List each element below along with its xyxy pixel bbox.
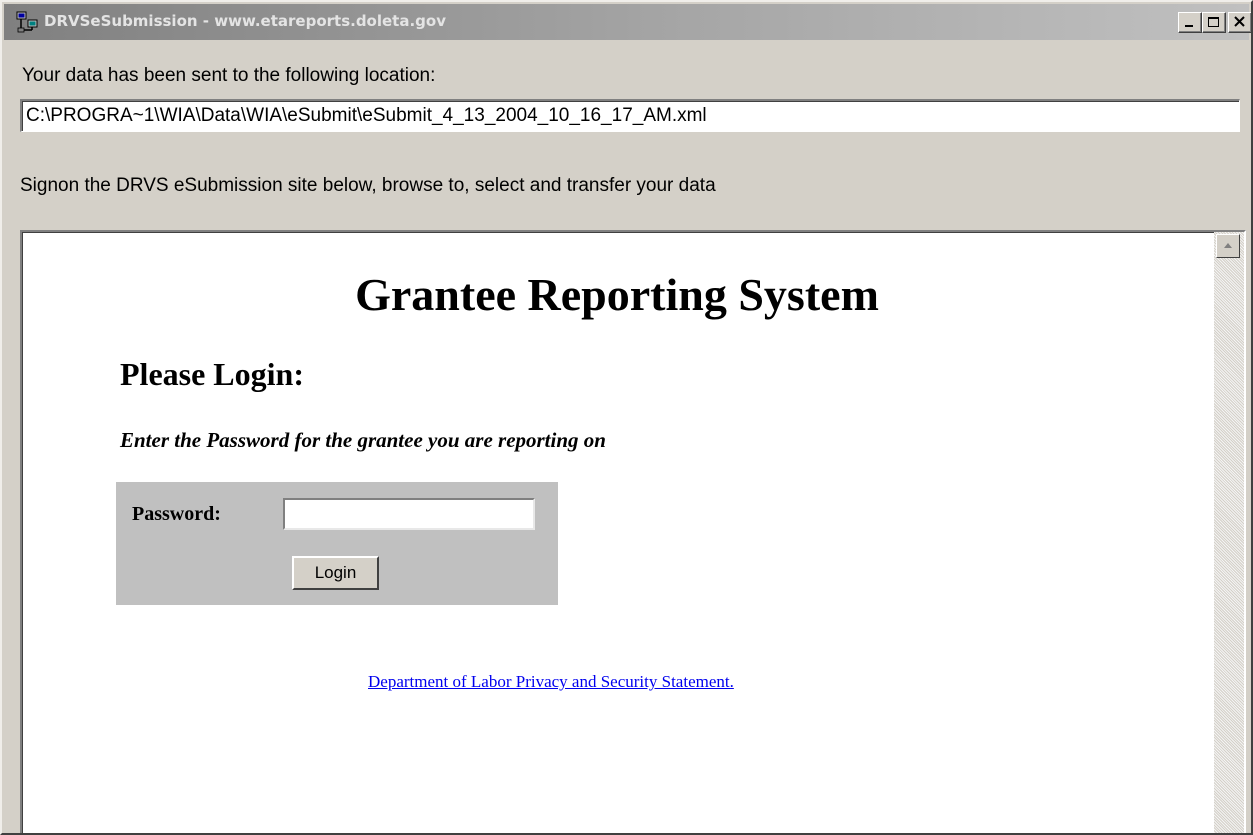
embedded-browser: Grantee Reporting System Please Login: E… bbox=[20, 230, 1246, 833]
page-title: Grantee Reporting System bbox=[355, 269, 879, 320]
title-bar[interactable]: DRVSeSubmission - www.etareports.doleta.… bbox=[4, 4, 1251, 40]
sent-location-label: Your data has been sent to the following… bbox=[22, 65, 436, 86]
window-title: DRVSeSubmission - www.etareports.doleta.… bbox=[44, 12, 446, 30]
close-button[interactable] bbox=[1228, 12, 1251, 33]
vertical-scrollbar[interactable] bbox=[1214, 232, 1244, 833]
network-computers-icon bbox=[16, 11, 38, 33]
scroll-up-button[interactable] bbox=[1216, 234, 1240, 258]
close-icon bbox=[1234, 16, 1245, 27]
app-window: DRVSeSubmission - www.etareports.doleta.… bbox=[0, 0, 1253, 835]
signon-instruction-label: Signon the DRVS eSubmission site below, … bbox=[20, 175, 716, 196]
login-heading: Please Login: bbox=[120, 356, 304, 392]
password-input[interactable] bbox=[283, 498, 535, 530]
scroll-up-arrow-icon bbox=[1224, 243, 1232, 248]
maximize-icon bbox=[1208, 17, 1219, 27]
file-path-field[interactable]: C:\PROGRA~1\WIA\Data\WIA\eSubmit\eSubmit… bbox=[20, 99, 1240, 132]
minimize-button[interactable] bbox=[1178, 12, 1202, 33]
privacy-statement-link[interactable]: Department of Labor Privacy and Security… bbox=[368, 672, 734, 692]
minimize-icon bbox=[1185, 25, 1193, 27]
login-form: Password: Login bbox=[116, 482, 558, 605]
maximize-button[interactable] bbox=[1202, 12, 1226, 33]
login-instruction: Enter the Password for the grantee you a… bbox=[120, 428, 606, 452]
login-button[interactable]: Login bbox=[292, 556, 379, 590]
password-label: Password: bbox=[132, 503, 221, 525]
